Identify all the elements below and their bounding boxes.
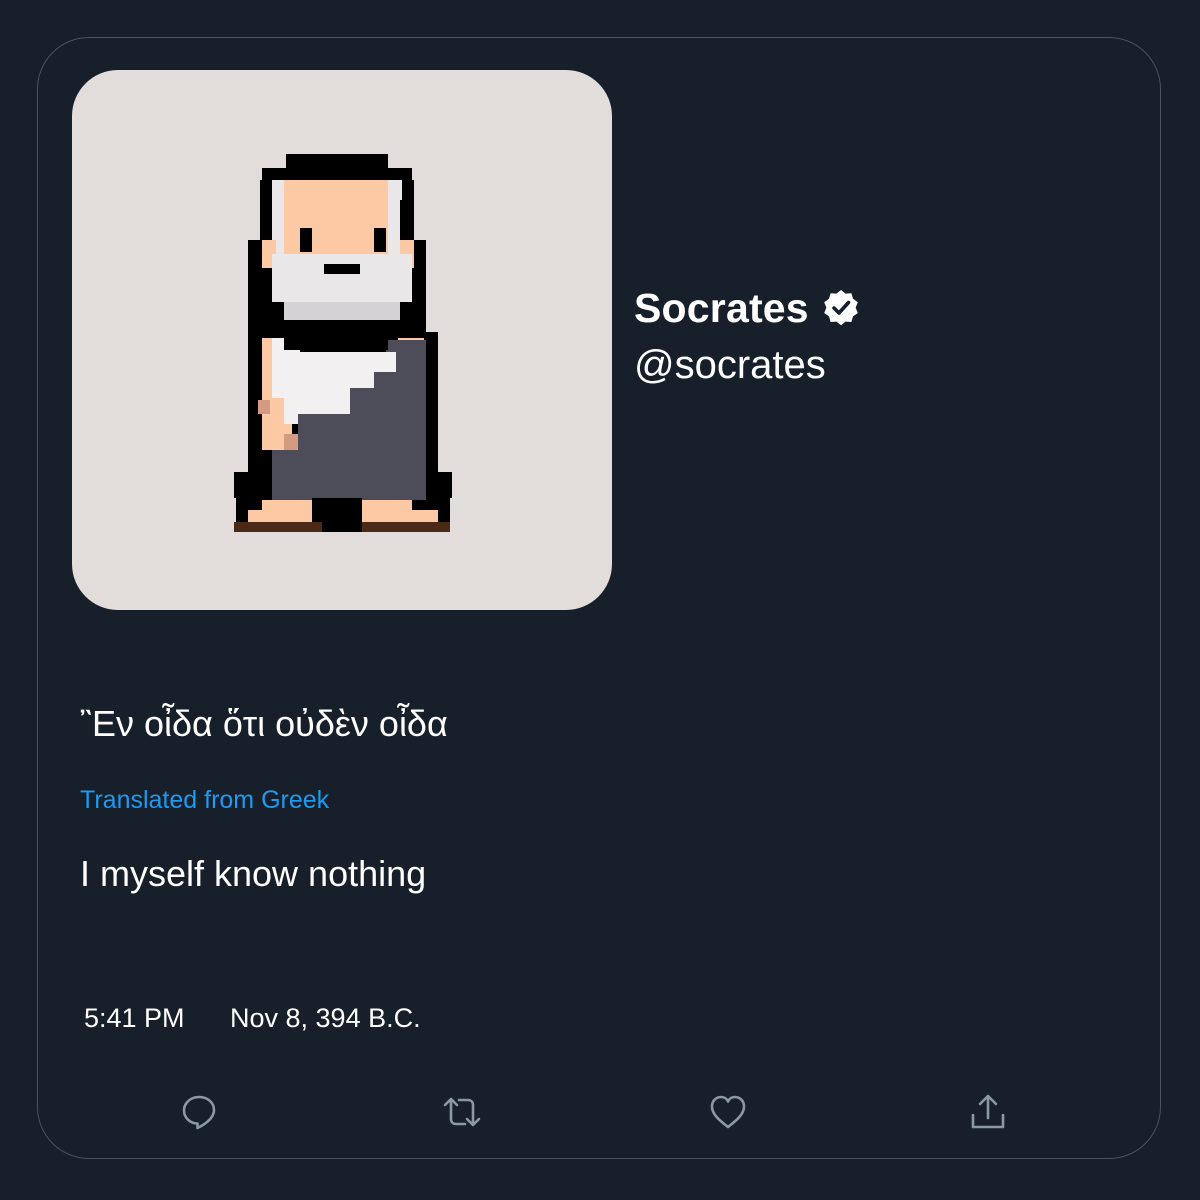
like-button[interactable] bbox=[708, 1092, 748, 1132]
retweet-icon bbox=[443, 1097, 481, 1127]
share-icon bbox=[971, 1094, 1005, 1129]
user-handle[interactable]: @socrates bbox=[634, 343, 826, 388]
retweet-button[interactable] bbox=[442, 1092, 482, 1132]
translated-from-link[interactable]: Translated from Greek bbox=[80, 786, 329, 815]
tweet-translated-text: I myself know nothing bbox=[80, 853, 427, 894]
reply-icon bbox=[182, 1095, 216, 1130]
tweet-original-text: ῍Εν οἶδα ὅτι οὐδὲν οἶδα bbox=[80, 703, 448, 744]
tweet-date[interactable]: Nov 8, 394 B.C. bbox=[230, 1003, 421, 1034]
pixel-socrates-image bbox=[234, 154, 452, 532]
reply-button[interactable] bbox=[179, 1092, 219, 1132]
share-button[interactable] bbox=[968, 1092, 1008, 1132]
verified-badge-icon bbox=[824, 290, 858, 326]
display-name[interactable]: Socrates bbox=[634, 285, 809, 332]
like-icon bbox=[710, 1095, 746, 1129]
name-row: Socrates bbox=[634, 284, 861, 332]
avatar[interactable] bbox=[72, 70, 612, 610]
tweet-time: 5:41 PM bbox=[84, 1003, 185, 1033]
